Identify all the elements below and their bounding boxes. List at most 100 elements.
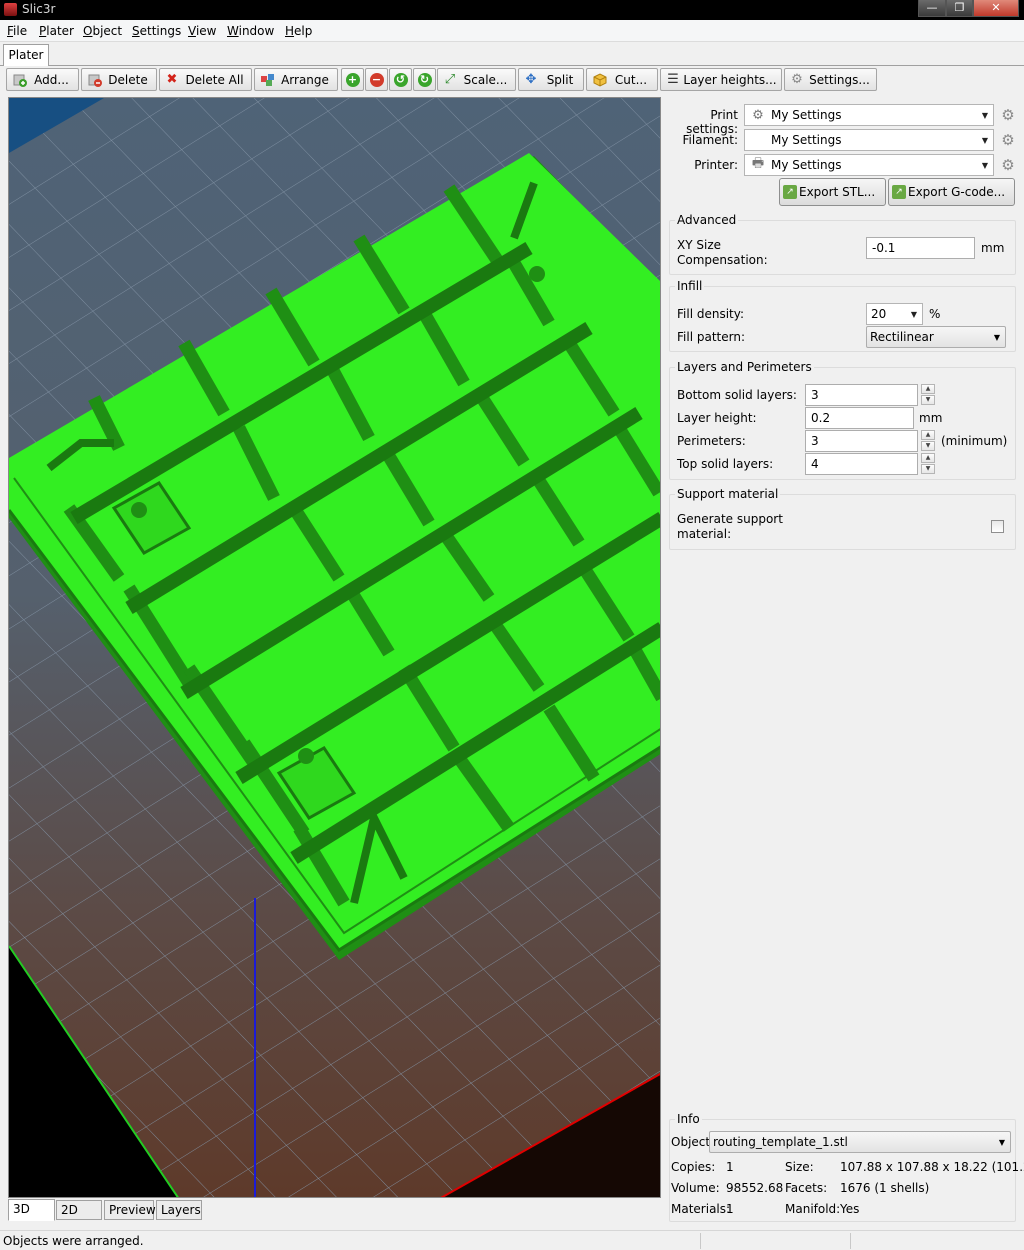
infill-title: Infill — [675, 279, 705, 293]
rotate-right-button[interactable]: ↻ — [413, 68, 436, 91]
filament-select[interactable]: My Settings ▼ — [744, 129, 994, 151]
top-solid-layers-input[interactable]: 4 — [805, 453, 918, 475]
volume-label: Volume: — [671, 1181, 720, 1195]
copies-label: Copies: — [671, 1160, 716, 1174]
more-instances-button[interactable]: + — [341, 68, 364, 91]
split-button[interactable]: ✥ Split — [518, 68, 584, 91]
scale-label: Scale... — [463, 72, 508, 87]
menu-help[interactable]: Help — [285, 24, 312, 38]
printer-gear-icon[interactable]: ⚙ — [1000, 157, 1016, 173]
minus-icon: − — [369, 72, 384, 87]
delete-label: Delete — [108, 72, 148, 87]
chevron-down-icon: ▼ — [993, 332, 1001, 342]
size-label: Size: — [785, 1160, 814, 1174]
materials-label: Materials: — [671, 1202, 731, 1216]
split-icon: ✥ — [525, 71, 537, 87]
filament-value: My Settings — [771, 133, 842, 147]
close-icon: ✕ — [991, 1, 1001, 14]
menu-settings[interactable]: Settings — [132, 24, 181, 38]
object-label: Object: — [671, 1135, 715, 1149]
view-tabs: 3D 2D Preview Layers — [8, 1198, 661, 1222]
print-settings-label: Print settings: — [686, 108, 738, 136]
menu-window[interactable]: Window — [227, 24, 274, 38]
main-tab-strip: Plater — [0, 42, 1024, 67]
layer-height-input[interactable]: 0.2 — [805, 407, 914, 429]
bottom-solid-layers-input[interactable]: 3 — [805, 384, 918, 406]
rotate-left-button[interactable]: ↺ — [389, 68, 412, 91]
facets-label: Facets: — [785, 1181, 828, 1195]
arrange-button[interactable]: Arrange — [254, 68, 338, 91]
rotate-left-icon: ↺ — [393, 72, 408, 87]
minimize-button[interactable]: — — [918, 0, 946, 17]
scale-icon: ⤢ — [444, 71, 456, 87]
layers-icon: ☰ — [667, 71, 679, 87]
print-settings-value: My Settings — [771, 108, 842, 122]
printer-value: My Settings — [771, 158, 842, 172]
fill-density-label: Fill density: — [677, 307, 745, 321]
3d-viewport[interactable] — [8, 97, 661, 1198]
export-gcode-label: Export G-code... — [908, 185, 1006, 199]
top-solid-layers-spinner[interactable]: ▲ ▼ — [921, 453, 935, 475]
xy-compensation-label-2: Compensation: — [677, 253, 768, 267]
fill-pattern-select[interactable]: Rectilinear ▼ — [866, 326, 1006, 348]
printer-select[interactable]: 🖶 My Settings ▼ — [744, 154, 994, 176]
tab-2d[interactable]: 2D — [56, 1200, 102, 1220]
add-label: Add... — [34, 72, 69, 87]
cut-button[interactable]: Cut... — [586, 68, 658, 91]
layer-height-label: Layer height: — [677, 411, 757, 425]
close-button[interactable]: ✕ — [973, 0, 1019, 17]
settings-panel: Print settings: ⚙ My Settings ▼ ⚙ Filame… — [662, 97, 1024, 1230]
bottom-solid-layers-spinner[interactable]: ▲ ▼ — [921, 384, 935, 406]
menu-plater[interactable]: Plater — [39, 24, 74, 38]
status-separator — [850, 1233, 851, 1249]
print-settings-select[interactable]: ⚙ My Settings ▼ — [744, 104, 994, 126]
add-icon — [11, 72, 27, 88]
support-material-title: Support material — [675, 487, 781, 501]
gear-icon: ⚙ — [791, 71, 803, 87]
layer-heights-label: Layer heights... — [683, 72, 777, 87]
scale-button[interactable]: ⤢ Scale... — [437, 68, 516, 91]
menu-file[interactable]: File — [7, 24, 27, 38]
fill-pattern-value: Rectilinear — [870, 330, 934, 344]
cut-icon — [591, 72, 607, 88]
perimeters-input[interactable]: 3 — [805, 430, 918, 452]
fill-density-select[interactable]: 20 ▼ — [866, 303, 923, 325]
filament-gear-icon[interactable]: ⚙ — [1000, 132, 1016, 148]
status-bar: Objects were arranged. — [0, 1230, 1024, 1250]
add-button[interactable]: Add... — [6, 68, 79, 91]
materials-value: 1 — [726, 1202, 734, 1216]
settings-button[interactable]: ⚙ Settings... — [784, 68, 877, 91]
size-value: 107.88 x 107.88 x 18.22 (101.2%) — [840, 1160, 1024, 1174]
plater-toolbar: Add... Delete ✖ Delete All Arrange + − ↺… — [0, 66, 1024, 94]
settings-label: Settings... — [809, 72, 870, 87]
chevron-down-icon: ▼ — [981, 135, 989, 145]
fill-pattern-label: Fill pattern: — [677, 330, 745, 344]
tab-preview[interactable]: Preview — [104, 1200, 156, 1220]
tab-3d[interactable]: 3D — [8, 1199, 55, 1221]
menu-view[interactable]: View — [188, 24, 216, 38]
layers-perimeters-title: Layers and Perimeters — [675, 360, 814, 374]
gear-icon: ⚙ — [752, 107, 764, 123]
export-stl-button[interactable]: ↗ Export STL... — [779, 178, 886, 206]
tab-plater[interactable]: Plater — [3, 44, 49, 67]
maximize-button[interactable]: ❐ — [946, 0, 973, 17]
export-icon: ↗ — [783, 185, 797, 199]
print-settings-gear-icon[interactable]: ⚙ — [1000, 107, 1016, 123]
fewer-instances-button[interactable]: − — [365, 68, 388, 91]
generate-support-label-2: material: — [677, 527, 732, 541]
plus-icon: + — [345, 72, 360, 87]
export-gcode-button[interactable]: ↗ Export G-code... — [888, 178, 1015, 206]
layer-heights-button[interactable]: ☰ Layer heights... — [660, 68, 782, 91]
advanced-title: Advanced — [675, 213, 739, 227]
manifold-value: Yes — [840, 1202, 860, 1216]
menu-object[interactable]: Object — [83, 24, 122, 38]
chevron-down-icon: ▼ — [981, 110, 989, 120]
perimeters-spinner[interactable]: ▲ ▼ — [921, 430, 935, 452]
tab-layers[interactable]: Layers — [156, 1200, 202, 1220]
object-select[interactable]: routing_template_1.stl ▼ — [709, 1131, 1011, 1153]
xy-compensation-input[interactable]: -0.1 — [866, 237, 975, 259]
delete-all-button[interactable]: ✖ Delete All — [159, 68, 252, 91]
generate-support-checkbox[interactable] — [991, 520, 1004, 533]
delete-button[interactable]: Delete — [81, 68, 157, 91]
app-icon — [4, 3, 17, 16]
